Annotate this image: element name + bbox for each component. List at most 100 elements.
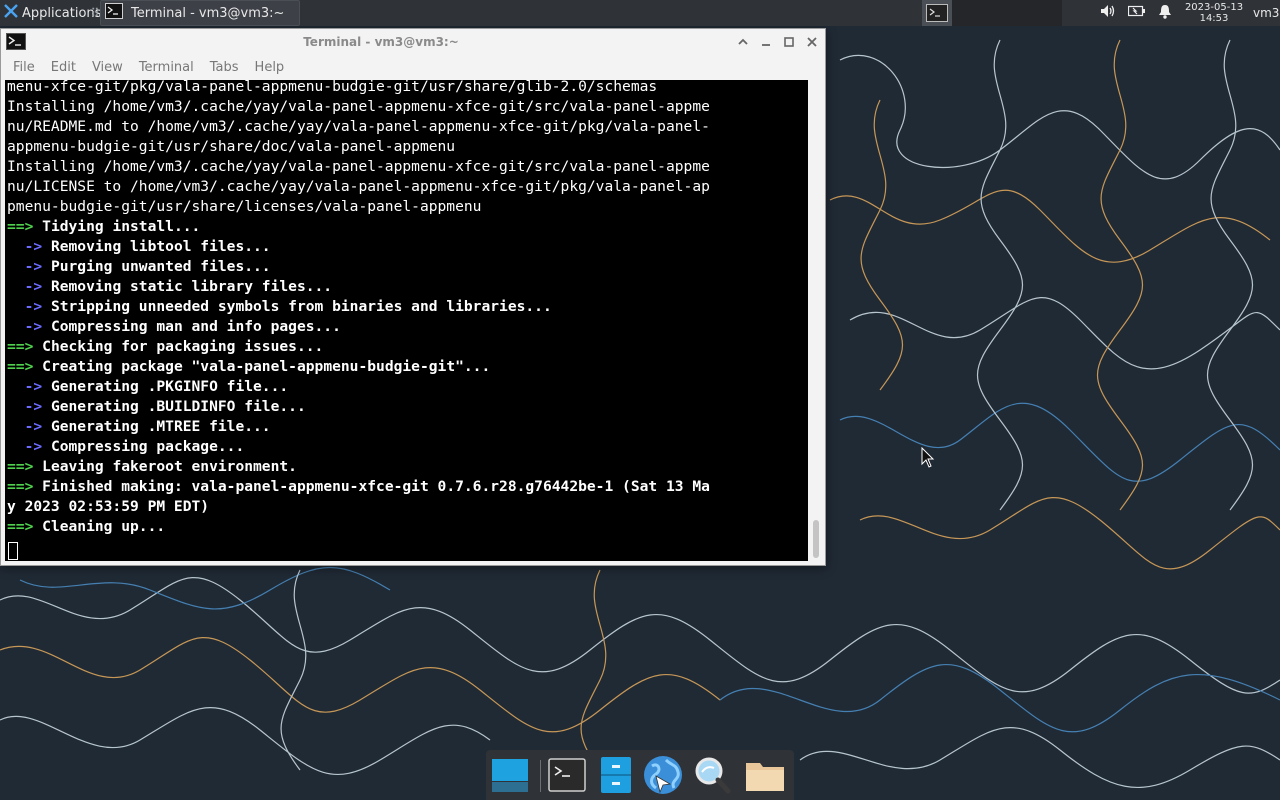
terminal-cursor	[8, 542, 18, 560]
terminal-line-text: menu-xfce-git/pkg/vala-panel-appmenu-bud…	[7, 80, 658, 95]
terminal-line: ==> Checking for packaging issues...	[7, 337, 807, 357]
close-icon[interactable]	[804, 34, 820, 50]
menu-help[interactable]: Help	[247, 60, 293, 75]
blue-arrow-prefix: ->	[7, 278, 51, 295]
terminal-line-text: Compressing man and info pages...	[50, 318, 341, 335]
dock-folder-button[interactable]	[744, 754, 786, 796]
terminal-line-text: Generating .BUILDINFO file...	[50, 398, 306, 415]
terminal-line: -> Compressing man and info pages...	[7, 317, 807, 337]
terminal-line: ==> Finished making: vala-panel-appmenu-…	[7, 477, 807, 497]
blue-arrow-prefix: ->	[7, 318, 51, 335]
terminal-line-text: nu/README.md to /home/vm3/.cache/yay/val…	[7, 118, 710, 135]
notification-bell-icon[interactable]	[1158, 4, 1172, 23]
terminal-line: -> Generating .MTREE file...	[7, 417, 807, 437]
terminal-line-text: Purging unwanted files...	[50, 258, 271, 275]
file-manager-icon	[601, 757, 631, 793]
web-browser-icon	[644, 756, 682, 794]
dock-terminal-button[interactable]	[546, 754, 588, 796]
mouse-pointer-icon	[921, 447, 935, 468]
clock-date: 2023-05-13	[1184, 2, 1244, 13]
blue-arrow-prefix: ->	[7, 418, 51, 435]
menu-edit[interactable]: Edit	[43, 60, 84, 75]
minimize-icon[interactable]	[758, 34, 774, 50]
dock-file-manager-button[interactable]	[595, 754, 637, 796]
terminal-line-text: Creating package "vala-panel-appmenu-bud…	[42, 358, 491, 375]
top-panel: Applications ⠿ Terminal - vm3@vm3:~ 2023…	[0, 0, 1280, 26]
window-title: Terminal - vm3@vm3:~	[303, 35, 459, 49]
workspace-empty[interactable]	[952, 0, 1062, 26]
xfce-logo-icon	[4, 4, 18, 22]
terminal-line-text: Generating .PKGINFO file...	[50, 378, 289, 395]
show-desktop-icon	[492, 759, 528, 792]
terminal-line: appmenu-budgie-git/usr/share/doc/vala-pa…	[7, 137, 807, 157]
dock-web-browser-button[interactable]	[642, 754, 684, 796]
terminal-line-text: Removing static library files...	[50, 278, 333, 295]
dock-app-finder-button[interactable]	[691, 754, 733, 796]
terminal-line: -> Removing static library files...	[7, 277, 807, 297]
terminal-line: nu/README.md to /home/vm3/.cache/yay/val…	[7, 117, 807, 137]
menu-file[interactable]: File	[5, 60, 43, 75]
green-arrow-prefix: ==>	[7, 218, 43, 235]
blue-arrow-prefix: ->	[7, 298, 51, 315]
shade-up-icon[interactable]	[735, 34, 751, 50]
menu-tabs[interactable]: Tabs	[202, 60, 247, 75]
terminal-line: Installing /home/vm3/.cache/yay/vala-pan…	[7, 97, 807, 117]
user-menu[interactable]: vm3	[1253, 0, 1279, 26]
battery-icon[interactable]	[1127, 5, 1146, 21]
terminal-line-text: appmenu-budgie-git/usr/share/doc/vala-pa…	[7, 138, 456, 155]
terminal-line: y 2023 02:53:59 PM EDT)	[7, 497, 807, 517]
clock-time: 14:53	[1199, 13, 1229, 24]
terminal-line-text: Installing /home/vm3/.cache/yay/vala-pan…	[7, 158, 710, 175]
terminal-line: ==> Cleaning up...	[7, 517, 807, 537]
scrollbar-thumb[interactable]	[813, 520, 819, 558]
green-arrow-prefix: ==>	[7, 478, 43, 495]
terminal-line: ==> Leaving fakeroot environment.	[7, 457, 807, 477]
panel-separator: ⠿	[90, 6, 100, 20]
terminal-line-text: Leaving fakeroot environment.	[42, 458, 297, 475]
applications-menu-button[interactable]: Applications	[0, 0, 101, 26]
workspace-switcher[interactable]	[922, 0, 952, 26]
show-desktop-button[interactable]	[489, 754, 531, 796]
window-menubar: File Edit View Terminal Tabs Help	[1, 56, 292, 78]
terminal-line-text: Finished making: vala-panel-appmenu-xfce…	[42, 478, 710, 495]
terminal-line: ==> Tidying install...	[7, 217, 807, 237]
terminal-line-text: Checking for packaging issues...	[42, 338, 324, 355]
terminal-line-text: Generating .MTREE file...	[50, 418, 271, 435]
maximize-icon[interactable]	[781, 34, 797, 50]
terminal-scrollbar[interactable]	[809, 80, 823, 561]
terminal-icon	[105, 3, 123, 23]
volume-icon[interactable]	[1100, 4, 1116, 22]
terminal-line-text: Cleaning up...	[42, 518, 166, 535]
clock[interactable]: 2023-05-13 14:53	[1182, 0, 1246, 26]
menu-terminal[interactable]: Terminal	[131, 60, 202, 75]
green-arrow-prefix: ==>	[7, 358, 43, 375]
blue-arrow-prefix: ->	[7, 238, 51, 255]
terminal-line: -> Generating .PKGINFO file...	[7, 377, 807, 397]
system-tray	[1100, 0, 1172, 26]
terminal-line-text: Compressing package...	[50, 438, 245, 455]
dock	[486, 750, 794, 800]
dock-separator	[540, 760, 541, 792]
blue-arrow-prefix: ->	[7, 438, 51, 455]
blue-arrow-prefix: ->	[7, 378, 51, 395]
terminal-line: nu/LICENSE to /home/vm3/.cache/yay/vala-…	[7, 177, 807, 197]
blue-arrow-prefix: ->	[7, 398, 51, 415]
terminal-output[interactable]: menu-xfce-git/pkg/vala-panel-appmenu-bud…	[5, 80, 808, 561]
terminal-line: pmenu-budgie-git/usr/share/licenses/vala…	[7, 197, 807, 217]
terminal-lines: menu-xfce-git/pkg/vala-panel-appmenu-bud…	[7, 80, 807, 537]
terminal-line-text: Stripping unneeded symbols from binaries…	[50, 298, 552, 315]
folder-icon	[746, 763, 784, 791]
terminal-line: -> Compressing package...	[7, 437, 807, 457]
terminal-line: menu-xfce-git/pkg/vala-panel-appmenu-bud…	[7, 80, 807, 97]
green-arrow-prefix: ==>	[7, 338, 43, 355]
terminal-line: -> Removing libtool files...	[7, 237, 807, 257]
taskbar-button-label: Terminal - vm3@vm3:~	[131, 5, 285, 21]
terminal-line-text: y 2023 02:53:59 PM EDT)	[7, 498, 210, 515]
taskbar-terminal-button[interactable]: Terminal - vm3@vm3:~	[100, 0, 300, 26]
terminal-line-text: pmenu-budgie-git/usr/share/licenses/vala…	[7, 198, 482, 215]
window-titlebar[interactable]: Terminal - vm3@vm3:~	[1, 29, 825, 55]
menu-view[interactable]: View	[84, 60, 131, 75]
terminal-icon	[548, 758, 586, 792]
terminal-line-text: Removing libtool files...	[50, 238, 271, 255]
workspace-terminal-icon	[926, 4, 948, 22]
